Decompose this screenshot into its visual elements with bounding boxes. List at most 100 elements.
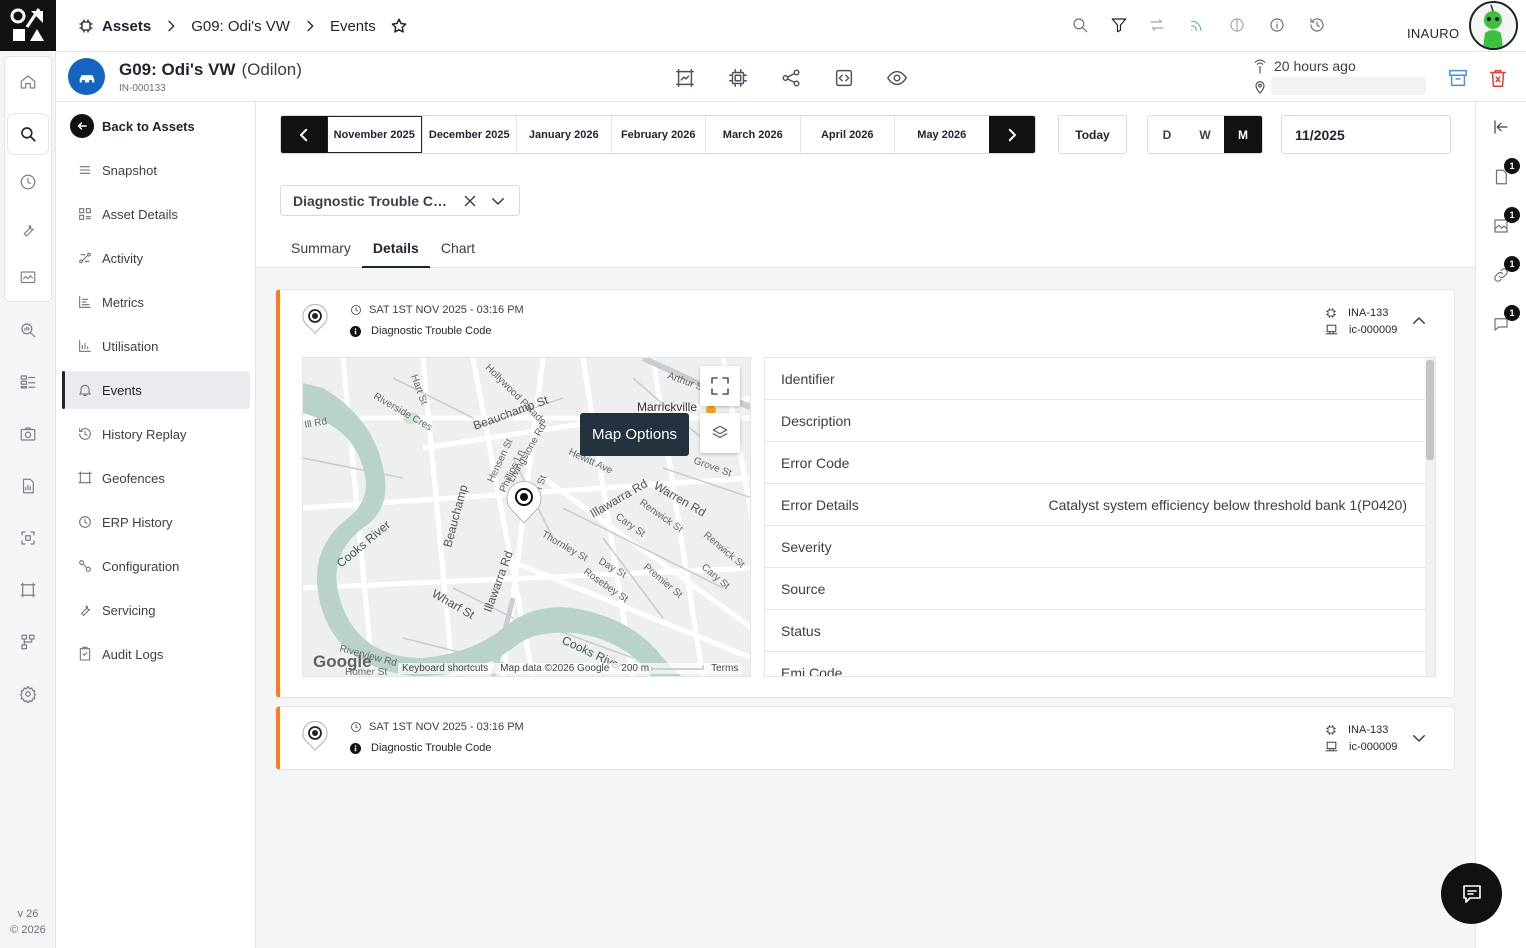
star-icon[interactable] <box>390 17 408 35</box>
event-type: Diagnostic Trouble Code <box>350 742 491 754</box>
chevron-down-icon[interactable] <box>1410 729 1428 747</box>
history-icon[interactable] <box>1308 16 1328 36</box>
connector-id: ic-000009 <box>1349 323 1398 336</box>
event-card[interactable]: SAT 1ST NOV 2025 - 03:16 PM Diagnostic T… <box>276 706 1455 770</box>
chevron-down-icon[interactable] <box>489 192 507 210</box>
sidebar-item-label: Audit Logs <box>102 646 164 662</box>
info-filled-icon <box>350 742 361 754</box>
detail-row: Severity <box>765 526 1425 568</box>
archive-icon[interactable] <box>1447 67 1469 89</box>
scan-icon[interactable] <box>8 518 48 558</box>
delete-icon[interactable] <box>1487 67 1509 89</box>
tab-details[interactable]: Details <box>361 232 430 268</box>
signal-icon[interactable] <box>1188 16 1208 36</box>
sidebar-item-asset-details[interactable]: Asset Details <box>62 195 250 233</box>
eye-icon[interactable] <box>886 67 908 89</box>
monitor-icon[interactable] <box>8 258 48 298</box>
share-icon[interactable] <box>780 67 802 89</box>
today-button[interactable]: Today <box>1058 115 1127 154</box>
scrollbar-thumb[interactable] <box>1426 360 1434 460</box>
top-bar: Assets G09: Odi's VW Events INAURO <box>56 0 1526 52</box>
location-text <box>1271 77 1426 95</box>
details-scrollbar[interactable] <box>1425 358 1435 676</box>
chat-button[interactable] <box>1441 863 1502 924</box>
view-option-w[interactable]: W <box>1186 116 1224 153</box>
clear-icon[interactable] <box>461 192 479 210</box>
chevron-up-icon[interactable] <box>1410 312 1428 330</box>
sidebar-item-snapshot[interactable]: Snapshot <box>62 151 250 189</box>
camera-icon[interactable] <box>8 414 48 454</box>
swap-icon[interactable] <box>1148 16 1168 36</box>
prev-month-button[interactable] <box>281 116 327 153</box>
sidebar-item-erp-history[interactable]: ERP History <box>62 503 250 541</box>
comment-icon[interactable]: 1 <box>1492 305 1520 335</box>
image-icon[interactable]: 1 <box>1492 207 1520 237</box>
terms-link[interactable]: Terms <box>711 663 738 674</box>
sidebar-item-utilisation[interactable]: Utilisation <box>62 327 250 365</box>
view-option-d[interactable]: D <box>1148 116 1186 153</box>
assets-chip-icon <box>79 19 93 33</box>
hierarchy-icon[interactable] <box>8 622 48 662</box>
month-option[interactable]: March 2026 <box>705 116 800 153</box>
sidebar-item-configuration[interactable]: Configuration <box>62 547 250 585</box>
sidebar-item-metrics[interactable]: Metrics <box>62 283 250 321</box>
month-option[interactable]: May 2026 <box>894 116 989 153</box>
month-option[interactable]: April 2026 <box>799 116 895 153</box>
asset-frame-icon[interactable] <box>674 67 696 89</box>
month-option[interactable]: February 2026 <box>610 116 706 153</box>
info-icon[interactable] <box>1268 16 1288 36</box>
link-icon[interactable]: 1 <box>1492 256 1520 286</box>
sidebar-item-servicing[interactable]: Servicing <box>62 591 250 629</box>
event-datetime: SAT 1ST NOV 2025 - 03:16 PM <box>350 304 524 316</box>
chip-icon[interactable] <box>727 67 749 89</box>
clock-icon[interactable] <box>8 162 48 202</box>
bar-chart-icon <box>79 340 91 352</box>
date-input[interactable]: 11/2025 <box>1281 115 1451 154</box>
contrast-icon[interactable] <box>1228 16 1248 36</box>
month-option[interactable]: December 2025 <box>421 116 517 153</box>
sidebar-item-activity[interactable]: Activity <box>62 239 250 277</box>
tab-chart[interactable]: Chart <box>430 232 486 268</box>
avatar[interactable] <box>1469 1 1518 50</box>
event-map[interactable]: Beauchamp St Cooks River Cooks River Ill… <box>302 357 751 677</box>
month-option[interactable]: November 2025 <box>327 116 422 153</box>
view-option-m[interactable]: M <box>1224 116 1262 153</box>
event-datetime-text: SAT 1ST NOV 2025 - 03:16 PM <box>369 304 524 316</box>
month-option[interactable]: January 2026 <box>516 116 611 153</box>
breadcrumb-assets[interactable]: Assets <box>102 18 151 35</box>
document-icon[interactable]: 1 <box>1492 158 1520 188</box>
asset-frame-icon[interactable] <box>8 570 48 610</box>
tab-summary[interactable]: Summary <box>280 232 362 268</box>
collapse-panel-icon[interactable] <box>1492 118 1512 138</box>
fullscreen-button[interactable] <box>700 366 740 406</box>
event-meta: INA-133 ic-000009 <box>1325 721 1397 755</box>
detail-row: Emi Code <box>765 652 1425 677</box>
event-type-filter[interactable]: Diagnostic Trouble Code <box>280 185 520 216</box>
filter-icon[interactable] <box>1110 16 1130 36</box>
keyboard-shortcuts-link[interactable]: Keyboard shortcuts <box>402 663 488 674</box>
map-layers-button[interactable] <box>700 413 740 453</box>
sidebar-item-geofences[interactable]: Geofences <box>62 459 250 497</box>
search-icon[interactable] <box>8 114 48 154</box>
wrench-icon[interactable] <box>8 210 48 250</box>
dashboard-icon[interactable] <box>8 362 48 402</box>
settings-icon[interactable] <box>8 674 48 714</box>
home-icon[interactable] <box>8 62 48 102</box>
detail-row: Identifier <box>765 358 1425 400</box>
sidebar-item-history-replay[interactable]: History Replay <box>62 415 250 453</box>
svg-text:Marrickville: Marrickville <box>637 400 697 414</box>
report-icon[interactable] <box>8 466 48 506</box>
sidebar-item-events[interactable]: Events <box>62 371 250 409</box>
app-logo[interactable] <box>0 0 56 51</box>
back-to-assets-button[interactable]: Back to Assets <box>70 114 195 138</box>
zoom-analytics-icon[interactable] <box>8 310 48 350</box>
code-icon[interactable] <box>833 67 855 89</box>
map-scale[interactable]: 200 m <box>621 663 649 674</box>
detail-row: Error Code <box>765 442 1425 484</box>
sidebar-item-audit-logs[interactable]: Audit Logs <box>62 635 250 673</box>
breadcrumb-asset[interactable]: G09: Odi's VW <box>191 18 290 35</box>
search-icon[interactable] <box>1071 16 1091 36</box>
event-type: Diagnostic Trouble Code <box>350 325 491 337</box>
chevron-right-icon <box>1008 128 1016 141</box>
next-month-button[interactable] <box>988 116 1035 153</box>
